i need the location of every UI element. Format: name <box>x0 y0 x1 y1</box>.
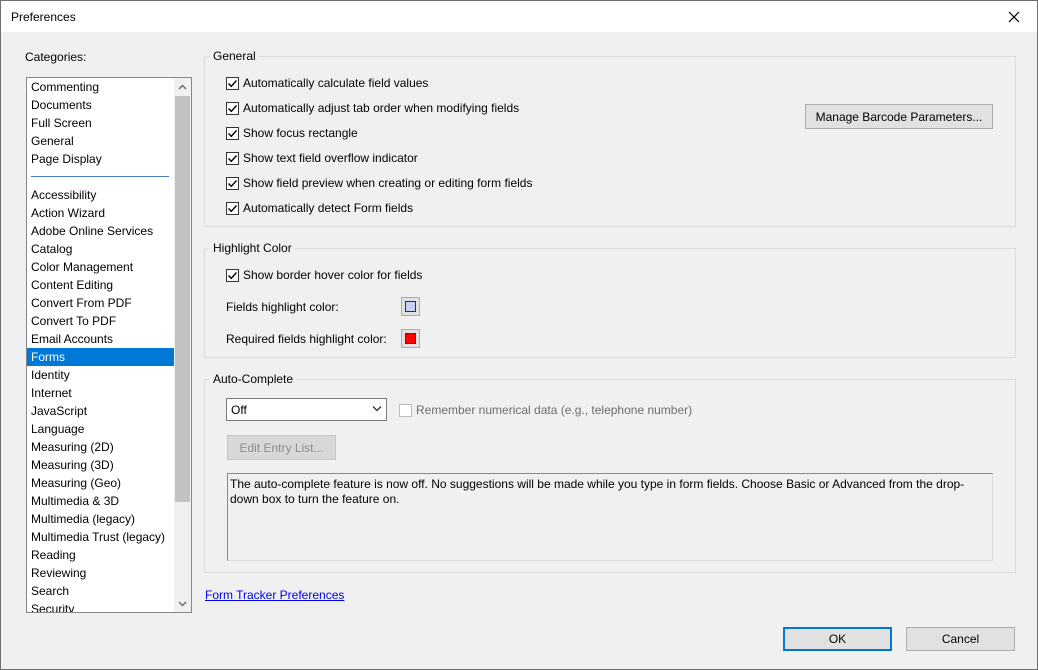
general-option-checkbox[interactable] <box>226 101 239 115</box>
category-item[interactable]: Measuring (3D) <box>27 456 174 474</box>
window-title: Preferences <box>11 10 76 24</box>
general-option[interactable]: Show focus rectangle <box>226 126 358 140</box>
category-item[interactable]: Security <box>27 600 174 612</box>
remember-numerical-label: Remember numerical data (e.g., telephone… <box>416 403 693 417</box>
general-option-label: Automatically detect Form fields <box>243 201 414 215</box>
category-item[interactable]: Convert From PDF <box>27 294 174 312</box>
general-option-label: Automatically adjust tab order when modi… <box>243 101 520 115</box>
category-item[interactable]: Reading <box>27 546 174 564</box>
general-option-checkbox[interactable] <box>226 126 239 140</box>
autocomplete-mode-value: Off <box>231 403 247 417</box>
highlight-group-title: Highlight Color <box>210 241 295 255</box>
category-item[interactable]: Multimedia (legacy) <box>27 510 174 528</box>
category-item[interactable]: Action Wizard <box>27 204 174 222</box>
category-item[interactable]: Multimedia Trust (legacy) <box>27 528 174 546</box>
category-item[interactable]: Catalog <box>27 240 174 258</box>
chevron-down-icon <box>178 601 187 606</box>
category-item[interactable]: Full Screen <box>27 114 174 132</box>
preferences-dialog: Preferences Categories: Commenting Docume… <box>0 0 1038 670</box>
general-option-checkbox[interactable] <box>226 201 239 215</box>
remember-numerical-checkbox[interactable] <box>399 403 412 417</box>
category-item[interactable]: JavaScript <box>27 402 174 420</box>
category-item[interactable]: Accessibility <box>27 186 174 204</box>
cancel-button[interactable]: Cancel <box>906 627 1015 651</box>
category-item[interactable]: Multimedia & 3D <box>27 492 174 510</box>
category-item[interactable]: Measuring (2D) <box>27 438 174 456</box>
general-option[interactable]: Show field preview when creating or edit… <box>226 176 532 190</box>
border-hover-checkbox[interactable] <box>226 268 239 282</box>
required-highlight-swatch <box>405 333 416 344</box>
general-option-label: Show text field overflow indicator <box>243 151 418 165</box>
general-option-label: Automatically calculate field values <box>243 76 429 90</box>
general-option[interactable]: Show text field overflow indicator <box>226 151 418 165</box>
title-bar: Preferences <box>1 1 1037 32</box>
checkmark-icon <box>228 179 238 187</box>
required-highlight-color-button[interactable] <box>401 329 420 348</box>
fields-highlight-color-button[interactable] <box>401 297 420 316</box>
category-item[interactable]: Identity <box>27 366 174 384</box>
general-option-label: Show field preview when creating or edit… <box>243 176 533 190</box>
general-option-checkbox[interactable] <box>226 76 239 90</box>
checkmark-icon <box>228 104 238 112</box>
border-hover-option[interactable]: Show border hover color for fields <box>226 268 422 282</box>
border-hover-label: Show border hover color for fields <box>243 268 423 282</box>
category-item[interactable]: Commenting <box>27 78 174 96</box>
general-option[interactable]: Automatically detect Form fields <box>226 201 413 215</box>
manage-barcode-button[interactable]: Manage Barcode Parameters... <box>805 104 993 129</box>
category-item[interactable]: Documents <box>27 96 174 114</box>
checkmark-icon <box>228 204 238 212</box>
remember-numerical-option[interactable]: Remember numerical data (e.g., telephone… <box>399 403 692 417</box>
close-icon <box>1008 11 1020 22</box>
general-option[interactable]: Automatically adjust tab order when modi… <box>226 101 519 115</box>
category-item[interactable]: Adobe Online Services <box>27 222 174 240</box>
general-option-checkbox[interactable] <box>226 176 239 190</box>
category-item[interactable]: Search <box>27 582 174 600</box>
form-tracker-preferences-link[interactable]: Form Tracker Preferences <box>205 588 344 602</box>
autocomplete-group-title: Auto-Complete <box>210 372 297 386</box>
general-option[interactable]: Automatically calculate field values <box>226 76 428 90</box>
general-option-checkbox[interactable] <box>226 151 239 165</box>
general-group-title: General <box>210 49 259 63</box>
checkmark-icon <box>228 129 238 137</box>
categories-listbox[interactable]: Commenting Documents Full Screen General Pag… <box>26 77 192 613</box>
category-item[interactable]: Color Management <box>27 258 174 276</box>
chevron-down-icon <box>372 406 382 412</box>
category-item[interactable]: Measuring (Geo) <box>27 474 174 492</box>
scroll-up-button[interactable] <box>174 78 191 95</box>
ok-button[interactable]: OK <box>783 627 892 651</box>
autocomplete-mode-select[interactable]: Off <box>226 398 387 421</box>
category-separator <box>31 176 169 177</box>
categories-label: Categories: <box>25 50 87 64</box>
category-item[interactable]: Email Accounts <box>27 330 174 348</box>
category-item[interactable]: Content Editing <box>27 276 174 294</box>
close-button[interactable] <box>991 1 1037 32</box>
category-item[interactable]: Convert To PDF <box>27 312 174 330</box>
category-item[interactable]: Forms <box>27 348 174 366</box>
categories-scrollbar[interactable] <box>174 78 191 612</box>
category-item[interactable]: Internet <box>27 384 174 402</box>
required-highlight-label: Required fields highlight color: <box>226 332 387 346</box>
scroll-thumb[interactable] <box>175 96 190 502</box>
category-item[interactable]: General <box>27 132 174 150</box>
fields-highlight-label: Fields highlight color: <box>226 300 339 314</box>
chevron-up-icon <box>178 84 187 89</box>
checkmark-icon <box>228 271 238 279</box>
checkmark-icon <box>228 154 238 162</box>
general-option-label: Show focus rectangle <box>243 126 358 140</box>
categories-list: Commenting Documents Full Screen General Pag… <box>27 78 174 612</box>
fields-highlight-swatch <box>405 301 416 312</box>
autocomplete-description: The auto-complete feature is now off. No… <box>227 473 993 561</box>
category-item[interactable]: Reviewing <box>27 564 174 582</box>
edit-entry-list-button[interactable]: Edit Entry List... <box>227 435 336 460</box>
category-item[interactable]: Page Display <box>27 150 174 168</box>
category-item[interactable]: Language <box>27 420 174 438</box>
scroll-down-button[interactable] <box>174 595 191 612</box>
checkmark-icon <box>228 79 238 87</box>
